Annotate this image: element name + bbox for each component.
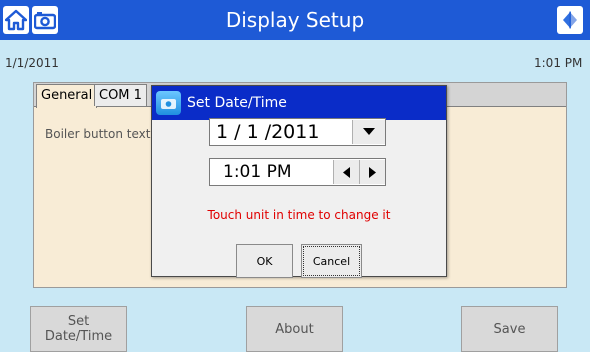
- status-date: 1/1/2011: [5, 56, 59, 70]
- date-value: 1 / 1 /2011: [216, 121, 320, 143]
- camera-icon: [156, 91, 181, 115]
- cancel-button[interactable]: Cancel: [301, 244, 362, 278]
- time-value: 1:01 PM: [223, 162, 292, 182]
- boiler-button-text-label: Boiler button text: [45, 127, 151, 141]
- back-icon: [563, 11, 577, 29]
- about-button[interactable]: About: [246, 306, 343, 352]
- set-date-time-button[interactable]: Set Date/Time: [30, 306, 127, 352]
- date-dropdown-button[interactable]: [352, 120, 385, 144]
- dialog-title: Set Date/Time: [187, 95, 287, 111]
- chevron-down-icon: [363, 128, 375, 135]
- page-title: Display Setup: [225, 8, 365, 32]
- set-date-time-label-line1: Set: [67, 314, 90, 329]
- time-increment-button[interactable]: [359, 160, 385, 184]
- ok-button[interactable]: OK: [236, 244, 293, 278]
- title-bar: Display Setup: [0, 0, 590, 40]
- tab-com1[interactable]: COM 1: [94, 84, 147, 106]
- tab-general[interactable]: General: [36, 84, 98, 108]
- back-button[interactable]: [557, 6, 583, 34]
- arrow-right-icon: [369, 166, 376, 178]
- set-date-time-dialog: Set Date/Time 1 / 1 /2011 1:01 PM Touch …: [151, 85, 447, 278]
- time-decrement-button[interactable]: [333, 160, 359, 184]
- set-date-time-label-line2: Date/Time: [44, 329, 113, 344]
- status-time: 1:01 PM: [534, 56, 583, 70]
- save-button[interactable]: Save: [461, 306, 558, 352]
- arrow-left-icon: [343, 166, 350, 178]
- dialog-title-bar: Set Date/Time: [152, 86, 446, 120]
- hint-text: Touch unit in time to change it: [207, 208, 391, 222]
